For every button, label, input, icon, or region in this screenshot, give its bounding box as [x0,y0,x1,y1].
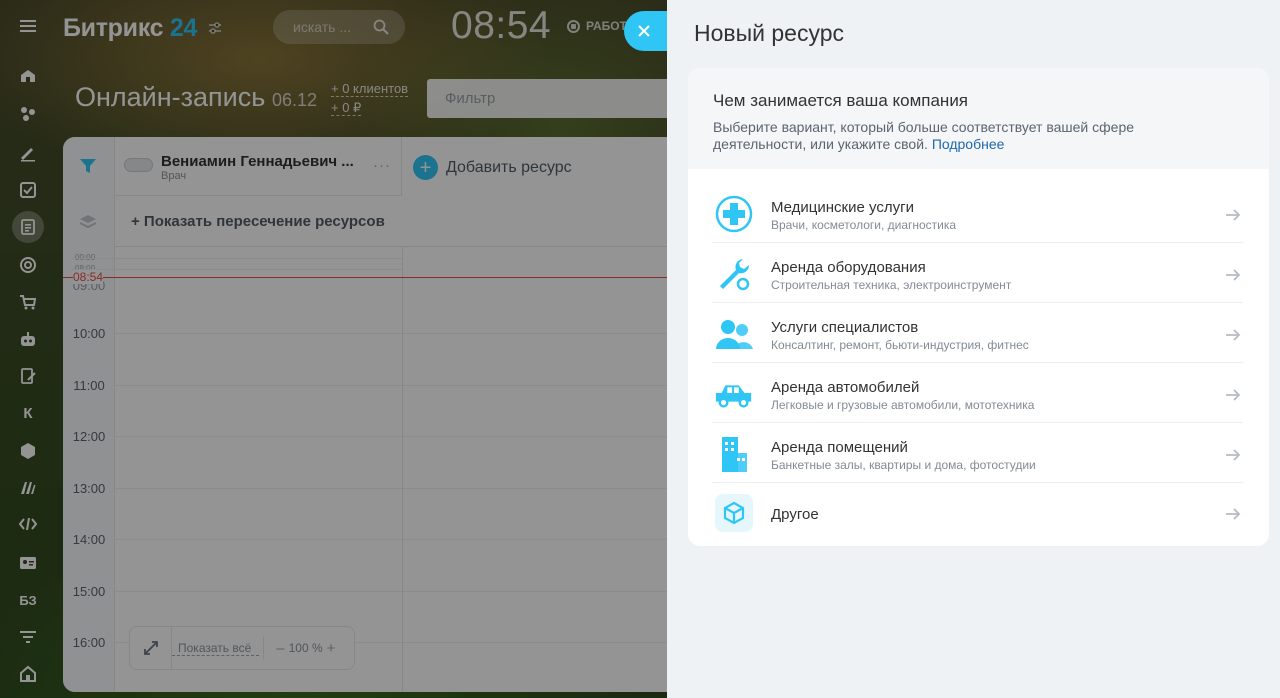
arrow-right-icon [1226,508,1241,520]
option-subtitle: Банкетные залы, квартиры и дома, фотосту… [771,458,1036,472]
building-icon [714,434,754,474]
option-other[interactable]: Другое [712,482,1243,542]
option-subtitle: Консалтинг, ремонт, бьюти-индустрия, фит… [771,338,1029,352]
option-title: Аренда помещений [771,439,908,456]
arrow-right-icon [1226,269,1241,281]
panel-title: Новый ресурс [694,20,845,46]
company-type-card: Чем занимается ваша компания Выберите ва… [688,68,1269,546]
option-title: Аренда оборудования [771,259,926,276]
card-header: Чем занимается ваша компания Выберите ва… [688,68,1269,169]
option-specialists[interactable]: Услуги специалистов Консалтинг, ремонт, … [712,303,1243,363]
option-title: Услуги специалистов [771,319,919,336]
arrow-right-icon [1226,209,1241,221]
close-icon [638,25,650,37]
option-premises[interactable]: Аренда помещений Банкетные залы, квартир… [712,423,1243,483]
cube-icon [714,493,754,533]
option-subtitle: Легковые и грузовые автомобили, мототехн… [771,398,1035,412]
modal-overlay[interactable] [0,0,667,698]
option-cars[interactable]: Аренда автомобилей Легковые и грузовые а… [712,363,1243,423]
more-link[interactable]: Подробнее [932,136,1005,152]
arrow-right-icon [1226,389,1241,401]
option-equipment[interactable]: Аренда оборудования Строительная техника… [712,243,1243,303]
option-subtitle: Врачи, косметологи, диагностика [771,218,957,232]
new-resource-panel: Новый ресурс Чем занимается ваша компани… [667,0,1280,698]
arrow-right-icon [1226,329,1241,341]
wrench-icon [714,254,754,294]
option-medical[interactable]: Медицинские услуги Врачи, косметологи, д… [712,183,1243,243]
people-icon [714,314,754,354]
card-description: Выберите вариант, который больше соответ… [713,119,1135,152]
option-title: Другое [771,506,819,523]
option-title: Аренда автомобилей [771,379,920,396]
car-icon [714,374,754,414]
option-title: Медицинские услуги [771,199,914,216]
medical-cross-icon [714,194,754,234]
card-title: Чем занимается ваша компания [713,91,969,110]
arrow-right-icon [1226,449,1241,461]
option-subtitle: Строительная техника, электроинструмент [771,278,1012,292]
